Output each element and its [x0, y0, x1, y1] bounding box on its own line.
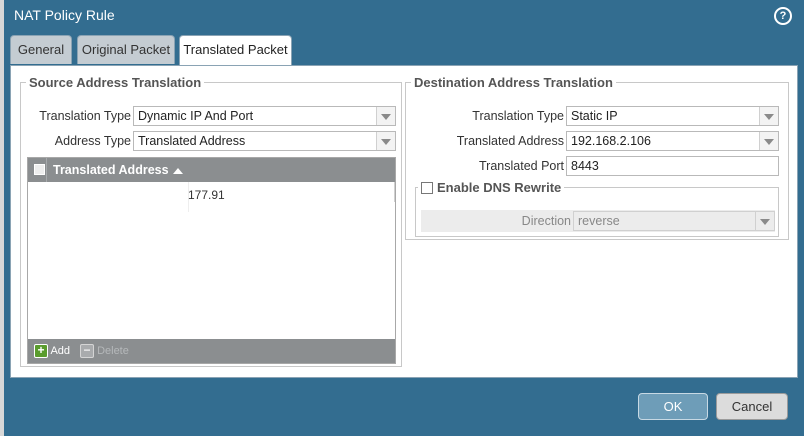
delete-button-label: Delete: [97, 345, 129, 357]
add-button-label: Add: [50, 345, 71, 357]
source-translation-type-row: Translation Type: [21, 106, 131, 126]
translated-address-grid: Translated Address 177.91 + Add − Delete: [27, 157, 396, 364]
source-address-type-select[interactable]: Translated Address: [133, 131, 396, 151]
dest-translated-address-value: 192.168.2.106: [571, 134, 651, 148]
chevron-down-icon[interactable]: [376, 132, 395, 150]
source-address-type-label: Address Type: [54, 134, 131, 148]
scroll-track: [394, 182, 395, 202]
minus-icon: −: [80, 344, 94, 359]
dest-translated-port-input[interactable]: 8443: [566, 156, 779, 176]
enable-dns-rewrite-label: Enable DNS Rewrite: [437, 180, 562, 195]
dest-translation-type-select[interactable]: Static IP: [566, 106, 779, 126]
source-address-translation-group: Source Address Translation Translation T…: [20, 75, 402, 367]
dest-translated-address-select[interactable]: 192.168.2.106: [566, 131, 779, 151]
header-divider: [46, 158, 47, 182]
direction-label: Direction: [521, 214, 571, 228]
ok-button[interactable]: OK: [638, 393, 708, 420]
grid-header: Translated Address: [28, 158, 395, 182]
translated-address-column-header[interactable]: Translated Address: [53, 158, 183, 182]
source-translation-type-select[interactable]: Dynamic IP And Port: [133, 106, 396, 126]
dest-translation-type-value: Static IP: [571, 109, 618, 123]
dest-translation-type-label: Translation Type: [472, 109, 564, 123]
tab-translated-packet[interactable]: Translated Packet: [179, 35, 292, 66]
direction-row: Direction reverse: [421, 210, 775, 232]
help-icon[interactable]: ?: [774, 7, 792, 25]
dest-translated-address-row: Translated Address: [406, 131, 564, 151]
translated-address-header-label: Translated Address: [53, 163, 169, 177]
direction-select: reverse: [573, 211, 775, 231]
enable-dns-rewrite-checkbox[interactable]: [421, 182, 433, 194]
tab-general[interactable]: General: [10, 35, 72, 64]
source-address-type-value: Translated Address: [138, 134, 246, 148]
add-button[interactable]: + Add: [34, 344, 71, 359]
chevron-down-icon: [755, 212, 774, 230]
source-translation-type-value: Dynamic IP And Port: [138, 109, 254, 123]
source-address-translation-legend: Source Address Translation: [29, 75, 202, 90]
dest-translated-address-label: Translated Address: [456, 134, 564, 148]
dns-rewrite-group: Enable DNS Rewrite Direction reverse: [415, 180, 779, 237]
grid-footer: + Add − Delete: [28, 339, 395, 363]
select-all-checkbox[interactable]: [34, 164, 45, 175]
sort-ascending-icon: [172, 167, 183, 174]
plus-icon: +: [34, 344, 48, 359]
source-translation-type-label: Translation Type: [39, 109, 131, 123]
destination-address-translation-legend: Destination Address Translation: [414, 75, 613, 90]
direction-value: reverse: [578, 214, 620, 228]
dialog-title: NAT Policy Rule: [14, 7, 115, 23]
chevron-down-icon[interactable]: [759, 132, 778, 150]
chevron-down-icon[interactable]: [759, 107, 778, 125]
destination-address-translation-group: Destination Address Translation Translat…: [405, 75, 789, 240]
nat-policy-rule-dialog: NAT Policy Rule ? General Original Packe…: [4, 0, 804, 436]
source-address-type-row: Address Type: [21, 131, 131, 151]
tab-content-panel: Source Address Translation Translation T…: [10, 65, 798, 378]
table-row[interactable]: 177.91: [188, 188, 225, 202]
tab-original-packet[interactable]: Original Packet: [77, 35, 175, 64]
redacted-area: [28, 182, 189, 212]
delete-button: − Delete: [80, 344, 129, 359]
dest-translated-port-row: Translated Port: [406, 156, 564, 176]
chevron-down-icon[interactable]: [376, 107, 395, 125]
dest-translated-port-label: Translated Port: [479, 159, 564, 173]
dest-translation-type-row: Translation Type: [406, 106, 564, 126]
dns-rewrite-legend[interactable]: Enable DNS Rewrite: [418, 180, 564, 195]
cancel-button[interactable]: Cancel: [716, 393, 788, 420]
